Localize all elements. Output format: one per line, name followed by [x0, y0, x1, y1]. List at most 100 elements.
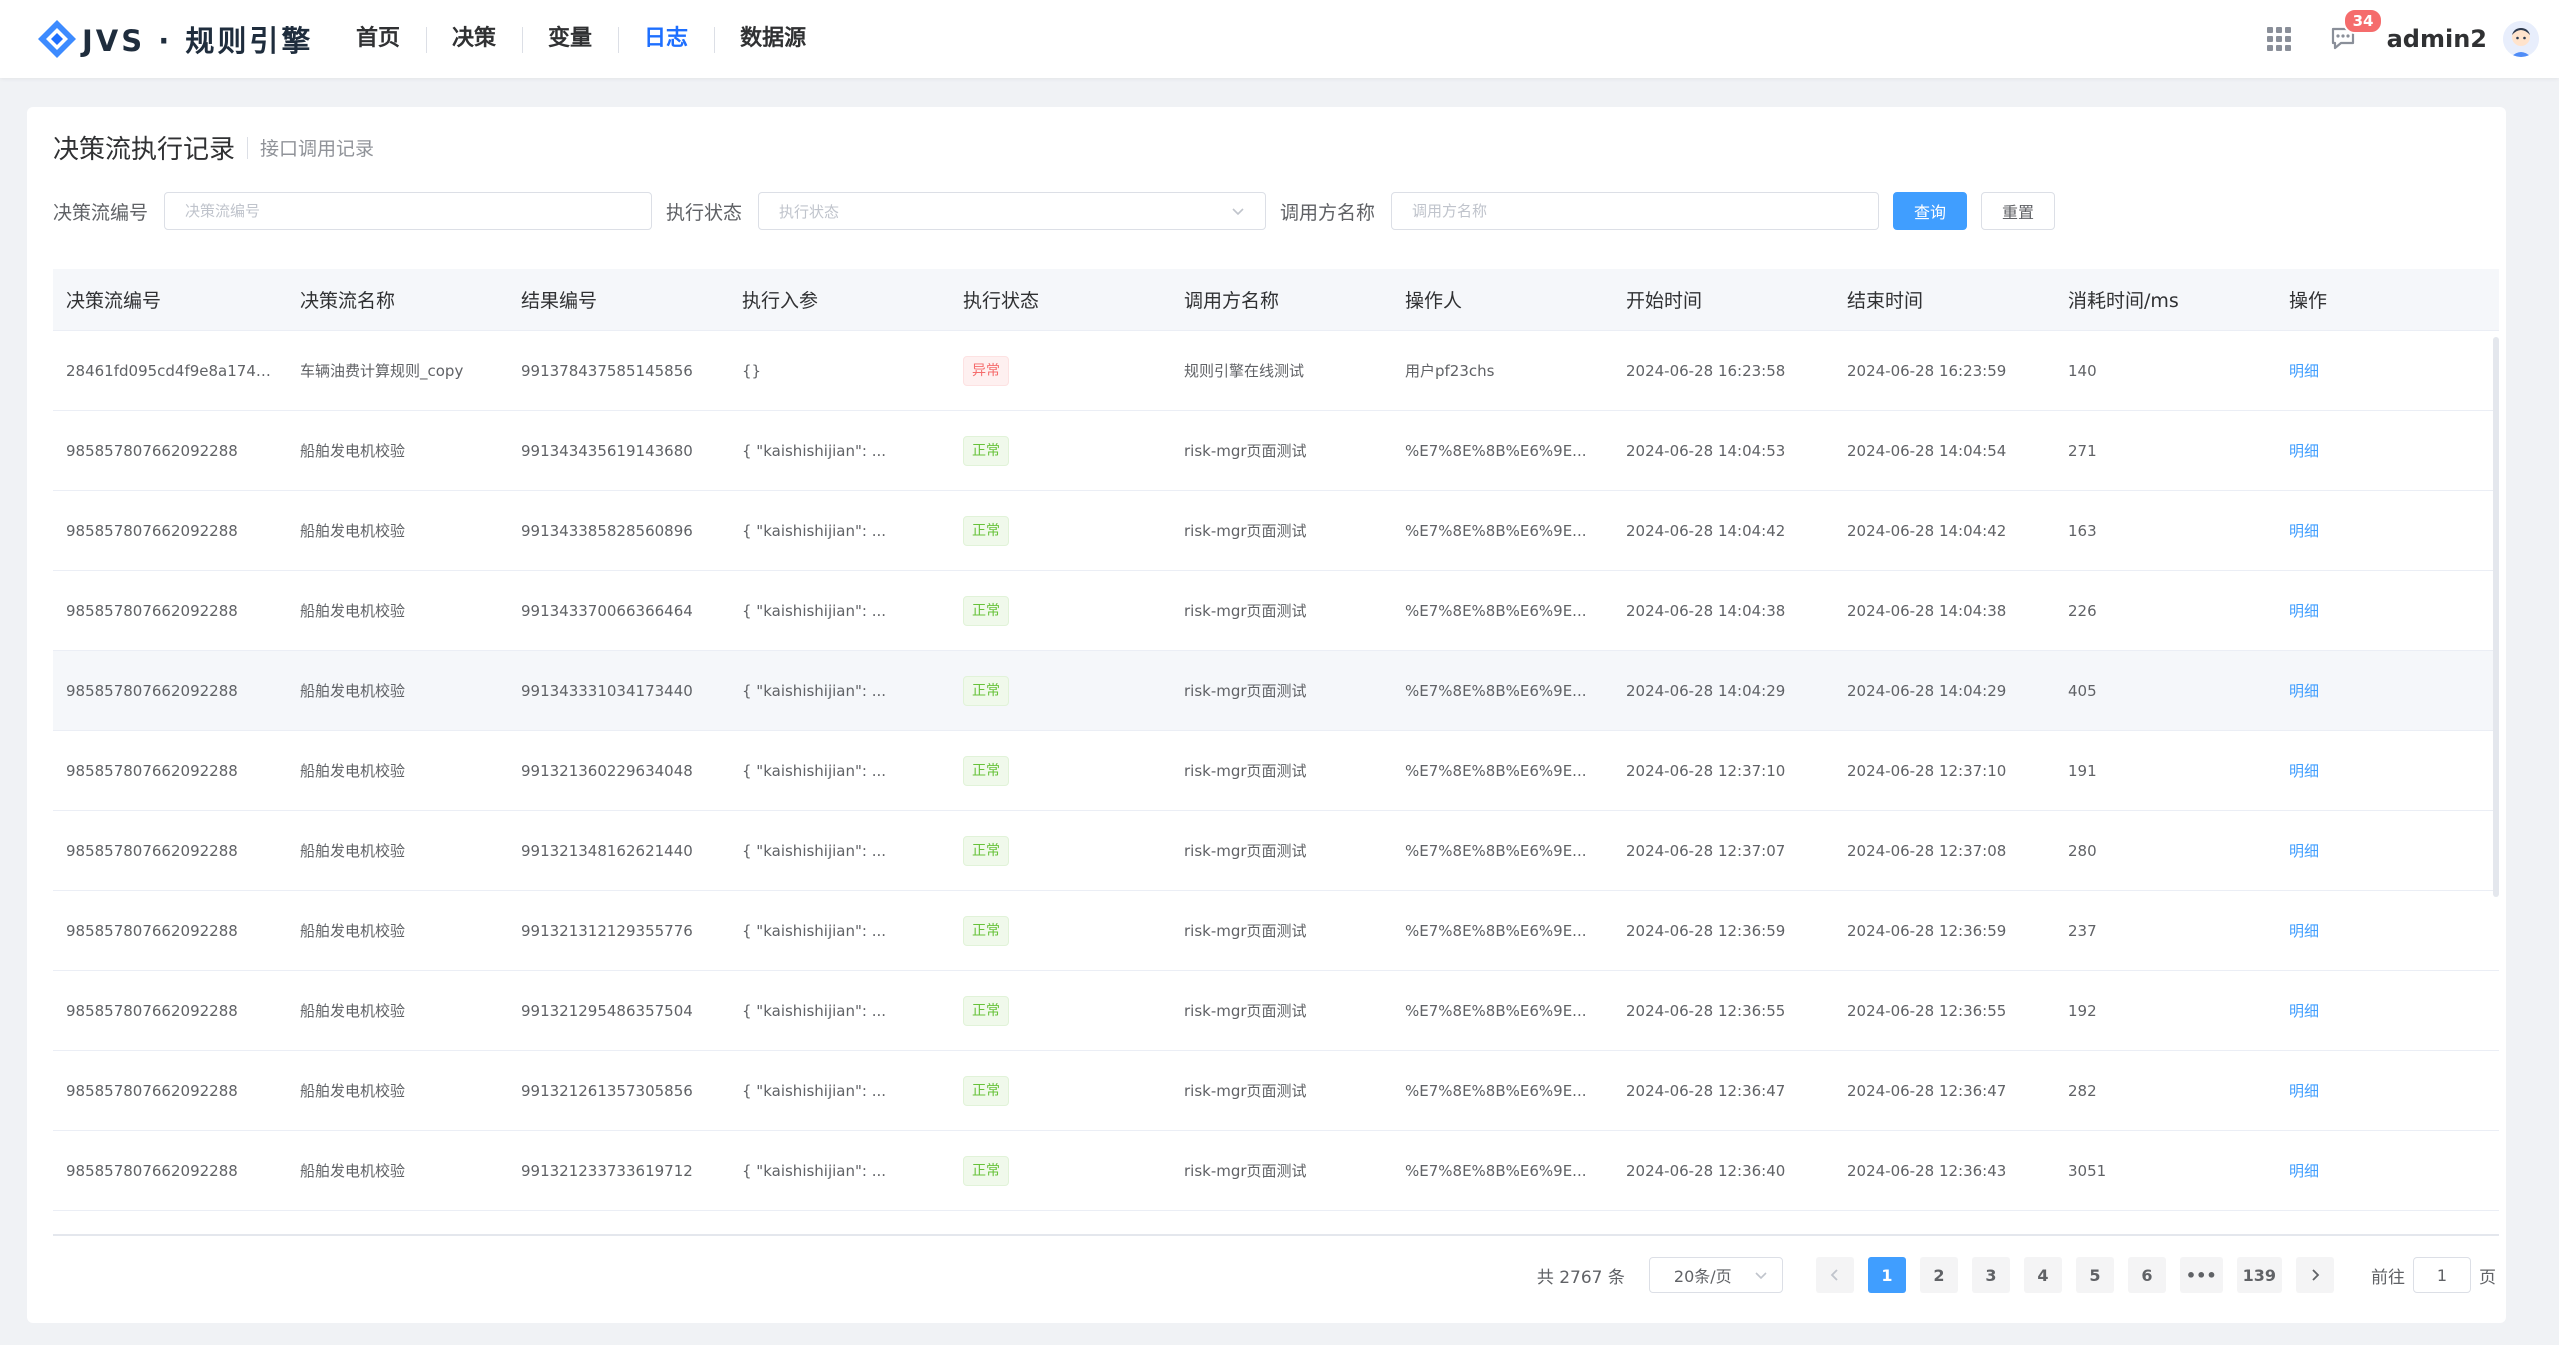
table-header: 决策流编号 决策流名称 结果编号 执行入参 执行状态 调用方名称 操作人 开始时…: [53, 269, 2499, 331]
nav-item-log[interactable]: 日志: [618, 24, 714, 54]
nav-item-variable[interactable]: 变量: [522, 24, 618, 54]
table-row[interactable]: 28461fd095cd4f9e8a1748... 车辆油费计算规则_copy 99…: [53, 331, 2499, 411]
page-button[interactable]: 1: [1867, 1257, 1906, 1293]
table-row[interactable]: 985857807662092288 船舶发电机校验 991321295486357…: [53, 971, 2499, 1051]
cell-input-params: { "kaishishijian": ...: [742, 1161, 887, 1180]
cell-duration: 191: [2068, 761, 2097, 780]
table-row[interactable]: 985857807662092288 船舶发电机校验 991343370066366…: [53, 571, 2499, 651]
prev-page-button[interactable]: [1815, 1257, 1854, 1293]
cell-caller: risk-mgr页面测试: [1184, 762, 1307, 780]
cell-actions: 明细: [2276, 1000, 2499, 1021]
cell-start-time: 2024-06-28 14:04:42: [1626, 521, 1786, 540]
table-row[interactable]: 985857807662092288 船舶发电机校验 991343435619143…: [53, 411, 2499, 491]
page-title[interactable]: 决策流执行记录: [53, 129, 235, 166]
nav-item-home[interactable]: 首页: [330, 24, 426, 54]
cell-start-time: 2024-06-28 12:37:07: [1626, 841, 1786, 860]
table-horizontal-scrollbar[interactable]: [53, 1234, 2499, 1236]
cell-start-time: 2024-06-28 12:37:10: [1626, 761, 1786, 780]
detail-link[interactable]: 明细: [2289, 922, 2319, 940]
cell-start-time: 2024-06-28 12:36:59: [1626, 921, 1786, 940]
cell-operator: %E7%8E%8B%E6%9E...: [1405, 521, 1587, 540]
page-title-bar: 决策流执行记录 接口调用记录: [53, 129, 374, 166]
status-select[interactable]: 执行状态: [758, 192, 1267, 230]
detail-link[interactable]: 明细: [2289, 1162, 2319, 1180]
col-start-time: 开始时间: [1626, 290, 1703, 312]
reset-button[interactable]: 重置: [1981, 192, 2056, 230]
table-row[interactable]: 985857807662092288 船舶发电机校验 991343331034173…: [53, 651, 2499, 731]
detail-link[interactable]: 明细: [2289, 602, 2319, 620]
detail-link[interactable]: 明细: [2289, 1082, 2319, 1100]
table-row[interactable]: 985857807662092288 船舶发电机校验 991343385828560…: [53, 491, 2499, 571]
cell-operator: %E7%8E%8B%E6%9E...: [1405, 1081, 1587, 1100]
avatar[interactable]: [2503, 21, 2539, 57]
nav-item-decision[interactable]: 决策: [426, 24, 522, 54]
table-row[interactable]: 985857807662092288 船舶发电机校验 991321261357305…: [53, 1051, 2499, 1131]
cell-caller: risk-mgr页面测试: [1184, 1162, 1307, 1180]
detail-link[interactable]: 明细: [2289, 842, 2319, 860]
cell-flow-name: 船舶发电机校验: [300, 442, 406, 460]
cell-end-time: 2024-06-28 14:04:38: [1847, 601, 2007, 620]
username[interactable]: admin2: [2387, 25, 2487, 53]
detail-link[interactable]: 明细: [2289, 522, 2319, 540]
table-row[interactable]: 985857807662092288 船舶发电机校验 991321348162621…: [53, 811, 2499, 891]
cell-caller: risk-mgr页面测试: [1184, 682, 1307, 700]
page-size-select[interactable]: 20条/页: [1648, 1257, 1783, 1293]
flow-code-input[interactable]: [164, 192, 653, 230]
nav-item-datasource[interactable]: 数据源: [714, 24, 832, 54]
query-button[interactable]: 查询: [1893, 192, 1968, 230]
col-flow-name: 决策流名称: [300, 290, 396, 312]
cell-start-time: 2024-06-28 16:23:58: [1626, 361, 1786, 380]
status-badge: 正常: [963, 1155, 1009, 1186]
table-row[interactable]: 985857807662092288 船舶发电机校验 991321360229634…: [53, 731, 2499, 811]
detail-link[interactable]: 明细: [2289, 362, 2319, 380]
cell-result-code: 991321261357305856: [521, 1081, 693, 1100]
title-divider: [247, 136, 249, 159]
chevron-down-icon: [1232, 208, 1244, 216]
cell-flow-code: 985857807662092288: [66, 681, 238, 700]
status-badge: 正常: [963, 515, 1009, 546]
cell-result-code: 991321348162621440: [521, 841, 693, 860]
cell-result-code: 991343331034173440: [521, 681, 693, 700]
goto-page-input[interactable]: [2413, 1257, 2471, 1293]
page-button[interactable]: 5: [2075, 1257, 2114, 1293]
cell-status: 正常: [950, 675, 1171, 706]
page-button[interactable]: 4: [2023, 1257, 2062, 1293]
cell-flow-name: 船舶发电机校验: [300, 922, 406, 940]
detail-link[interactable]: 明细: [2289, 762, 2319, 780]
status-badge: 正常: [963, 755, 1009, 786]
cell-flow-code: 985857807662092288: [66, 841, 238, 860]
cell-flow-name: 船舶发电机校验: [300, 762, 406, 780]
page-subtitle-tab[interactable]: 接口调用记录: [260, 134, 374, 161]
detail-link[interactable]: 明细: [2289, 682, 2319, 700]
detail-link[interactable]: 明细: [2289, 442, 2319, 460]
app-grid-icon[interactable]: [2266, 27, 2291, 51]
page-button[interactable]: 2: [1919, 1257, 1958, 1293]
content-card: 决策流执行记录 接口调用记录 决策流编号 执行状态 执行状态 调用方名称 查询 …: [27, 107, 2506, 1323]
page-button[interactable]: 6: [2127, 1257, 2166, 1293]
app-logo[interactable]: JVS · 规则引擎: [36, 18, 313, 60]
cell-duration: 192: [2068, 1001, 2097, 1020]
page-button[interactable]: 139: [2236, 1257, 2282, 1293]
page-button[interactable]: 3: [1971, 1257, 2010, 1293]
cell-operator: %E7%8E%8B%E6%9E...: [1405, 1161, 1587, 1180]
table-row[interactable]: 985857807662092288 船舶发电机校验 991321312129355…: [53, 891, 2499, 971]
cell-result-code: 991343370066366464: [521, 601, 693, 620]
cell-end-time: 2024-06-28 14:04:42: [1847, 521, 2007, 540]
chevron-down-icon: [1755, 1272, 1767, 1280]
cell-flow-name: 船舶发电机校验: [300, 522, 406, 540]
table-scrollbar[interactable]: [2493, 337, 2499, 897]
cell-status: 正常: [950, 435, 1171, 466]
records-table: 决策流编号 决策流名称 结果编号 执行入参 执行状态 调用方名称 操作人 开始时…: [53, 269, 2499, 1235]
cell-end-time: 2024-06-28 14:04:54: [1847, 441, 2007, 460]
messages-button[interactable]: 34: [2329, 8, 2384, 54]
cell-duration: 237: [2068, 921, 2097, 940]
detail-link[interactable]: 明细: [2289, 1002, 2319, 1020]
next-page-button[interactable]: [2296, 1257, 2334, 1293]
col-result-code: 结果编号: [521, 290, 598, 312]
cell-caller: risk-mgr页面测试: [1184, 1082, 1307, 1100]
more-pages-button[interactable]: •••: [2179, 1257, 2223, 1293]
status-select-placeholder: 执行状态: [779, 202, 840, 221]
page-jumper: 前往 页: [2371, 1257, 2496, 1293]
caller-input[interactable]: [1391, 192, 1880, 230]
table-row[interactable]: 985857807662092288 船舶发电机校验 991321233733619…: [53, 1131, 2499, 1211]
